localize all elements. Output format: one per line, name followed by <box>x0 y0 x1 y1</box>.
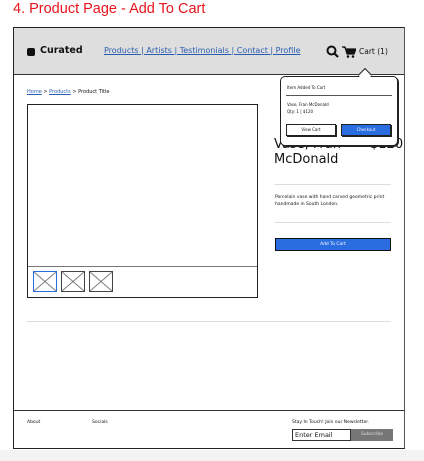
popover-item-detail: Qty: 1 | $120 <box>287 109 314 114</box>
cart-button[interactable]: Cart (1) <box>359 47 388 56</box>
thumbnail[interactable] <box>61 271 85 292</box>
footer-socials[interactable]: Socials <box>92 420 108 425</box>
thumbnail[interactable] <box>89 271 113 292</box>
popover-item: Vase, Fran McDonald Qty: 1 | $120 <box>287 101 329 115</box>
divider <box>27 321 391 322</box>
footer-about[interactable]: About <box>27 420 40 425</box>
logo-icon <box>27 48 35 56</box>
divider <box>275 222 391 223</box>
breadcrumb: Home > Products > Product Title <box>27 89 109 95</box>
main-nav[interactable]: Products | Artists | Testimonials | Cont… <box>104 46 301 55</box>
cart-icon[interactable] <box>342 46 356 58</box>
add-to-cart-button[interactable]: Add To Cart <box>275 238 391 251</box>
subscribe-button[interactable]: Subscribe <box>351 429 393 441</box>
popover-divider <box>286 95 392 96</box>
newsletter-label: Stay In Touch! Join our Newsletter. <box>292 420 370 425</box>
site-header: Curated Products | Artists | Testimonial… <box>14 28 404 75</box>
email-input[interactable]: Enter Email <box>292 429 351 441</box>
popover-item-name: Vase, Fran McDonald <box>287 102 329 107</box>
breadcrumb-sep: > <box>72 89 77 95</box>
image-divider <box>28 266 257 267</box>
footer: About Socials Stay In Touch! Join our Ne… <box>14 410 404 448</box>
product-image <box>27 104 258 298</box>
page-title: 4. Product Page - Add To Cart <box>13 1 206 17</box>
wireframe: Curated Products | Artists | Testimonial… <box>13 27 405 449</box>
search-icon[interactable] <box>326 45 339 58</box>
breadcrumb-home[interactable]: Home <box>27 89 42 95</box>
breadcrumb-products[interactable]: Products <box>49 89 71 95</box>
checkout-button[interactable]: Checkout <box>341 124 391 136</box>
popover-heading: Item Added To Cart <box>287 85 326 90</box>
cart-popover: Item Added To Cart Vase, Fran McDonald Q… <box>280 76 398 146</box>
breadcrumb-sep: > <box>43 89 48 95</box>
logo[interactable]: Curated <box>40 45 83 56</box>
product-description: Porcelain vase with hand carved geometri… <box>275 195 385 207</box>
breadcrumb-current: Product Title <box>78 89 110 95</box>
thumbnail[interactable] <box>33 271 57 292</box>
divider <box>275 184 391 185</box>
page-bottom <box>0 450 424 461</box>
view-cart-button[interactable]: View Cart <box>286 124 336 136</box>
